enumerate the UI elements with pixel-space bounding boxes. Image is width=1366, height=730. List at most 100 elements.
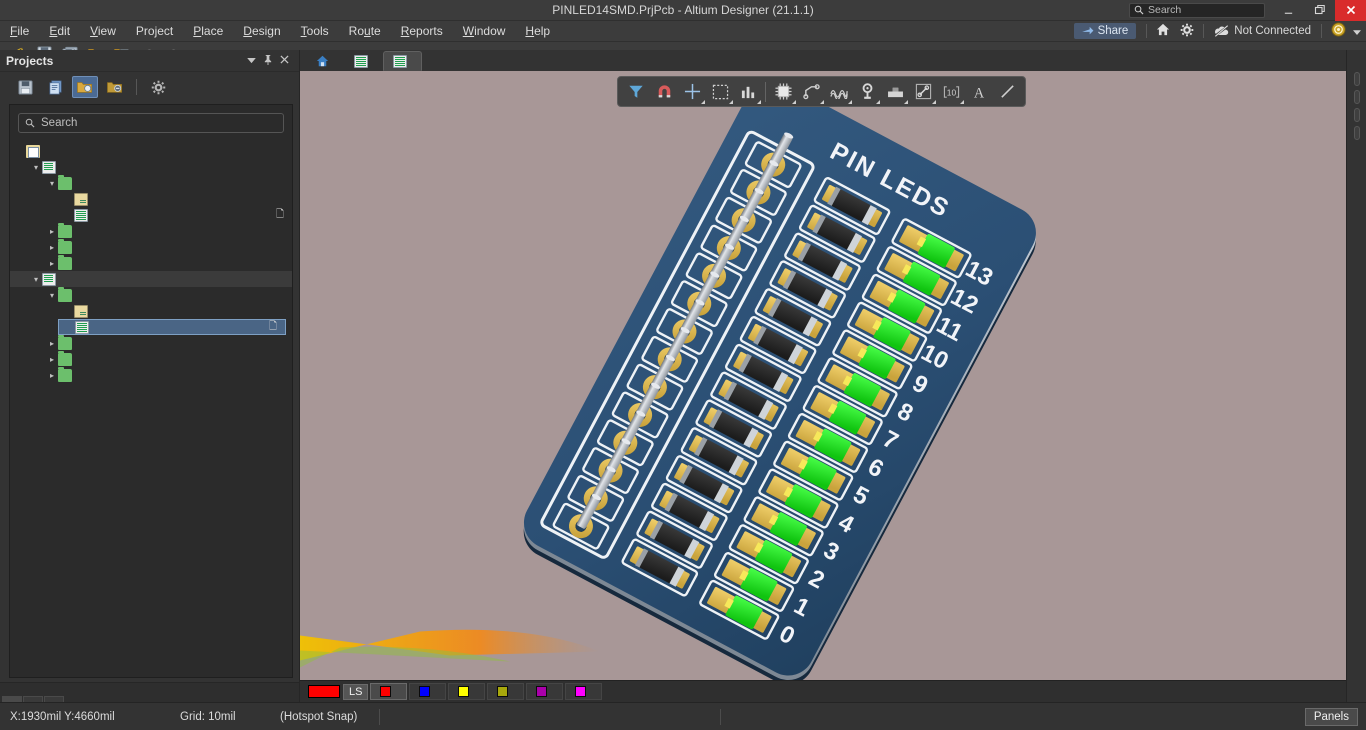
- gear-icon[interactable]: [145, 76, 171, 98]
- twisty-expanded-icon[interactable]: ▾: [30, 163, 42, 172]
- pin-icon[interactable]: [263, 54, 273, 68]
- tree-item-libraries[interactable]: ▸: [10, 350, 292, 367]
- layer-tab-top-solder[interactable]: [526, 683, 564, 700]
- tree-item-pinled6smd-schdoc[interactable]: [10, 191, 292, 207]
- layer-set-button[interactable]: LS: [343, 683, 369, 700]
- open-project-icon[interactable]: [72, 76, 98, 98]
- minimize-button[interactable]: [1273, 0, 1304, 21]
- save-icon[interactable]: [12, 76, 38, 98]
- menu-design[interactable]: Design: [233, 21, 290, 42]
- tree-item-settings[interactable]: ▸: [10, 334, 292, 351]
- panels-button[interactable]: Panels: [1304, 707, 1358, 726]
- tree-item-pinled14smd-prjpcb[interactable]: ▾: [10, 271, 292, 287]
- place-polygon-icon[interactable]: [881, 79, 909, 105]
- close-icon[interactable]: [280, 54, 289, 67]
- pcb-board-3d-render[interactable]: PIN LEDS 131211109876543210: [300, 71, 1346, 680]
- tree-item-project-group-1-dsnwrk[interactable]: [10, 143, 292, 159]
- restore-button[interactable]: [1304, 0, 1335, 21]
- gear-icon[interactable]: [1175, 23, 1199, 40]
- tree-item-source-documents[interactable]: ▾: [10, 174, 292, 191]
- place-via-pad-icon[interactable]: [853, 79, 881, 105]
- tree-item-pinleds14smd-pcbdoc[interactable]: 🗋: [58, 319, 286, 335]
- dropdown-arrow-icon[interactable]: [792, 99, 796, 104]
- twisty-collapsed-icon[interactable]: ▸: [46, 243, 58, 252]
- tree-item-pinleds6smd-prjpcb[interactable]: ▾: [10, 159, 292, 175]
- active-layer-color-swatch[interactable]: [308, 685, 340, 698]
- dropdown-arrow-icon[interactable]: [820, 99, 824, 104]
- layer-tab-bottom-overlay[interactable]: [487, 683, 525, 700]
- tree-item-source-documents[interactable]: ▾: [10, 286, 292, 303]
- dropdown-arrow-icon[interactable]: [701, 99, 705, 104]
- dropdown-arrow-icon[interactable]: [757, 99, 761, 104]
- tree-item-generated[interactable]: ▸: [10, 366, 292, 383]
- place-line-icon[interactable]: [993, 79, 1021, 105]
- twisty-expanded-icon[interactable]: ▾: [46, 179, 58, 188]
- menu-route[interactable]: Route: [339, 21, 391, 42]
- tree-item-pinled6smd-pcbdoc[interactable]: 🗋: [10, 207, 292, 223]
- twisty-expanded-icon[interactable]: ▾: [46, 291, 58, 300]
- menu-help[interactable]: Help: [515, 21, 560, 42]
- menu-edit[interactable]: Edit: [39, 21, 80, 42]
- filter-icon[interactable]: [622, 79, 650, 105]
- layer-tab--1-top-layer[interactable]: [370, 683, 408, 700]
- tree-item-libraries[interactable]: ▸: [10, 238, 292, 255]
- dropdown-arrow-icon[interactable]: [729, 99, 733, 104]
- crosshair-place-icon[interactable]: [678, 79, 706, 105]
- dropdown-arrow-icon[interactable]: [960, 99, 964, 104]
- dropdown-arrow-icon[interactable]: [848, 99, 852, 104]
- close-project-icon[interactable]: [102, 76, 128, 98]
- layer-tab-top-overlay[interactable]: [448, 683, 486, 700]
- place-room-icon[interactable]: [909, 79, 937, 105]
- place-coordinate-icon[interactable]: 10: [937, 79, 965, 105]
- tree-item-pinleds14smd-schdoc[interactable]: [10, 303, 292, 319]
- layer-color-swatch: [458, 686, 470, 697]
- route-interactive-icon[interactable]: [797, 79, 825, 105]
- global-search-input[interactable]: Search: [1129, 2, 1265, 18]
- connection-status[interactable]: Not Connected: [1208, 25, 1317, 37]
- place-string-icon[interactable]: A: [965, 79, 993, 105]
- menu-project[interactable]: Project: [126, 21, 183, 42]
- route-differential-icon[interactable]: [825, 79, 853, 105]
- layer-tab--2-bottom-layer[interactable]: [409, 683, 447, 700]
- twisty-collapsed-icon[interactable]: ▸: [46, 259, 58, 268]
- chevron-down-icon[interactable]: [247, 55, 256, 67]
- menu-view[interactable]: View: [80, 21, 126, 42]
- menu-place[interactable]: Place: [183, 21, 233, 42]
- twisty-expanded-icon[interactable]: ▾: [30, 275, 42, 284]
- twisty-collapsed-icon[interactable]: ▸: [46, 227, 58, 236]
- select-area-icon[interactable]: [706, 79, 734, 105]
- right-panel-tab-properties[interactable]: [1353, 108, 1360, 122]
- right-panel-tab-comments[interactable]: [1353, 90, 1360, 104]
- document-tab-home-page[interactable]: [306, 51, 344, 71]
- document-tab-pinleds14smd-pcbdoc[interactable]: [383, 51, 422, 71]
- home-icon[interactable]: [1151, 23, 1175, 39]
- menu-reports[interactable]: Reports: [391, 21, 453, 42]
- share-button[interactable]: Share: [1073, 23, 1137, 39]
- menu-file[interactable]: File: [0, 21, 39, 42]
- dropdown-arrow-icon[interactable]: [904, 99, 908, 104]
- close-button[interactable]: [1335, 0, 1366, 21]
- compile-project-icon[interactable]: [42, 76, 68, 98]
- project-search-input[interactable]: Search: [18, 113, 284, 133]
- tree-item-generated[interactable]: ▸: [10, 254, 292, 271]
- menu-window[interactable]: Window: [453, 21, 516, 42]
- dimension-icon[interactable]: [734, 79, 762, 105]
- tree-item-settings[interactable]: ▸: [10, 222, 292, 239]
- twisty-collapsed-icon[interactable]: ▸: [46, 355, 58, 364]
- menu-tools[interactable]: Tools: [291, 21, 339, 42]
- dropdown-arrow-icon[interactable]: [876, 99, 880, 104]
- twisty-collapsed-icon[interactable]: ▸: [46, 339, 58, 348]
- magnet-snap-icon[interactable]: [650, 79, 678, 105]
- document-tab-pinled6smd-pcbdoc[interactable]: [344, 51, 383, 71]
- place-component-icon[interactable]: [769, 79, 797, 105]
- chevron-down-icon[interactable]: [1350, 24, 1364, 39]
- pcb-3d-viewport[interactable]: 10 A PIN LEDS 13 12 11 10 9 8 7 6 5 4 3 …: [300, 71, 1346, 680]
- layer-tab-bottom-solder[interactable]: [565, 683, 603, 700]
- twisty-collapsed-icon[interactable]: ▸: [46, 371, 58, 380]
- folder-icon: [58, 334, 72, 350]
- right-panel-tab-view-configuration[interactable]: [1353, 126, 1360, 140]
- right-panel-tab-components[interactable]: [1353, 72, 1360, 86]
- user-account-icon[interactable]: [1326, 22, 1350, 40]
- divider: [379, 708, 381, 725]
- dropdown-arrow-icon[interactable]: [932, 99, 936, 104]
